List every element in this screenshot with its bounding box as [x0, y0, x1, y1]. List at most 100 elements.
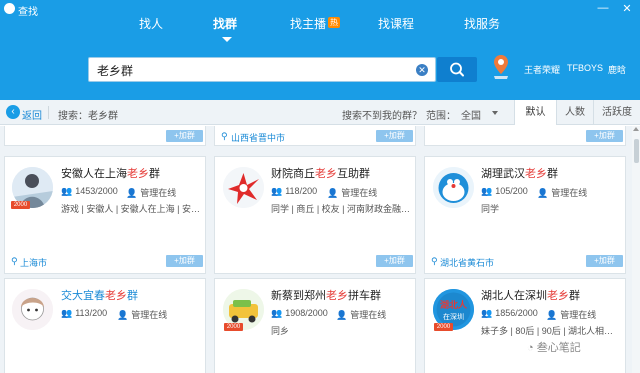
cant-find-group-link[interactable]: 搜索不到我的群？	[342, 107, 422, 122]
group-name-prefix: 湖北人在深圳	[481, 290, 547, 302]
member-count-value: 113/200	[75, 308, 108, 318]
members-icon: 👥	[61, 186, 73, 196]
window-title: 查找	[18, 7, 38, 18]
group-name-prefix: 安徽人在上海	[61, 168, 127, 180]
group-name-keyword: 老乡	[105, 290, 127, 302]
group-avatar[interactable]	[433, 167, 474, 208]
results-grid: +加群 ⚲ 山西省晋中市 +加群 +加群 2000 安徽人在上海老乡群 👥 145…	[0, 126, 632, 373]
result-card[interactable]: 湖北人 在深圳 2000 湖北人在深圳老乡群 👥 1856/2000 👤 管理在线 妹…	[424, 278, 626, 373]
result-card[interactable]: 2000 安徽人在上海老乡群 👥 1453/2000 👤 管理在线 游戏 | 安徽人…	[4, 156, 206, 274]
group-name-suffix: 群	[547, 168, 558, 180]
tab-find-people[interactable]: 找人	[139, 17, 163, 37]
group-name-suffix: 群	[127, 290, 138, 302]
group-name-suffix: 群	[149, 168, 160, 180]
member-count-value: 1856/2000	[495, 308, 538, 318]
minimize-button[interactable]: —	[596, 2, 610, 14]
member-count: 👥 113/200	[61, 308, 107, 319]
member-count: 👥 1453/2000	[61, 186, 118, 197]
chevron-down-icon[interactable]	[492, 111, 498, 115]
back-link[interactable]: 返回	[22, 107, 42, 122]
scrollbar-thumb[interactable]	[634, 139, 639, 163]
join-group-button[interactable]: +加群	[376, 130, 413, 142]
admin-status: 👤 管理在线	[336, 308, 386, 321]
search-box: ✕	[88, 57, 436, 82]
join-group-button[interactable]: +加群	[586, 255, 623, 267]
scroll-up-arrow-icon[interactable]	[633, 127, 639, 131]
admin-icon: 👤	[537, 188, 549, 198]
admin-status-value: 管理在线	[551, 188, 588, 198]
location-pin-icon: ⚲	[11, 256, 18, 266]
result-card-partial: +加群	[424, 126, 626, 146]
search-button[interactable]	[437, 57, 477, 82]
qq-penguin-icon	[4, 3, 15, 14]
group-tags: 妹子多 | 80后 | 90后 | 湖北人相…	[481, 326, 614, 336]
join-group-button[interactable]: +加群	[376, 255, 413, 267]
group-name-keyword: 老乡	[326, 290, 348, 302]
tab-find-streamer[interactable]: 找主播热	[290, 17, 341, 37]
filter-bar: ‹ 返回 搜索：老乡群 搜索不到我的群？ 范围： 全国 默认 人数 活跃度	[0, 100, 640, 125]
join-group-button[interactable]: +加群	[166, 130, 203, 142]
sort-default[interactable]: 默认	[514, 100, 556, 125]
group-name[interactable]: 湖北人在深圳老乡群	[481, 287, 580, 303]
tab-find-service[interactable]: 找服务	[464, 17, 500, 37]
admin-status-value: 管理在线	[131, 310, 168, 320]
group-name-prefix: 财院商丘	[271, 168, 315, 180]
group-name-suffix: 群	[569, 290, 580, 302]
admin-status: 👤 管理在线	[327, 186, 377, 199]
result-card[interactable]: 2000 新蔡到郑州老乡拼车群 👥 1908/2000 👤 管理在线 同乡	[214, 278, 416, 373]
group-location[interactable]: 湖北省黄石市	[440, 256, 494, 269]
scrollbar[interactable]	[632, 126, 640, 373]
admin-icon: 👤	[336, 310, 348, 320]
admin-icon: 👤	[546, 310, 558, 320]
join-group-button[interactable]: +加群	[586, 130, 623, 142]
member-count-value: 1908/2000	[285, 308, 328, 318]
group-name-keyword: 老乡	[127, 168, 149, 180]
tab-find-course[interactable]: 找课程	[378, 17, 414, 37]
clear-search-icon[interactable]: ✕	[416, 64, 428, 76]
back-arrow-icon[interactable]: ‹	[6, 105, 20, 119]
range-select[interactable]: 全国	[461, 107, 481, 122]
group-name[interactable]: 交大宜春老乡群	[61, 287, 138, 303]
svg-text:在深圳: 在深圳	[443, 312, 464, 321]
group-avatar[interactable]	[12, 289, 53, 330]
search-input[interactable]	[97, 63, 397, 77]
members-icon: 👥	[271, 186, 283, 196]
title-bar: 查找 — ✕	[0, 0, 640, 18]
admin-status: 👤 管理在线	[126, 186, 176, 199]
group-location[interactable]: 山西省晋中市	[231, 131, 285, 144]
group-name[interactable]: 新蔡到郑州老乡拼车群	[271, 287, 381, 303]
group-name-prefix: 新蔡到郑州	[271, 290, 326, 302]
members-icon: 👥	[61, 308, 73, 318]
group-name-prefix: 湖理武汉	[481, 168, 525, 180]
active-tab-indicator	[222, 37, 232, 42]
group-name[interactable]: 湖理武汉老乡群	[481, 165, 558, 181]
group-tags: 游戏 | 安徽人 | 安徽人在上海 | 安…	[61, 204, 201, 214]
group-name[interactable]: 安徽人在上海老乡群	[61, 165, 160, 181]
divider	[48, 106, 49, 119]
close-button[interactable]: ✕	[620, 2, 634, 15]
sort-activity[interactable]: 活跃度	[593, 100, 640, 125]
group-name[interactable]: 财院商丘老乡互助群	[271, 165, 370, 181]
result-card[interactable]: 湖理武汉老乡群 👥 105/200 👤 管理在线 同学 ⚲ 湖北省黄石市 +加群	[424, 156, 626, 274]
tab-find-group[interactable]: 找群	[213, 17, 237, 37]
group-tags: 同学	[481, 204, 500, 214]
members-icon: 👥	[271, 308, 283, 318]
map-pin-icon[interactable]	[492, 54, 510, 80]
group-avatar[interactable]	[223, 167, 264, 208]
result-card[interactable]: 交大宜春老乡群 👥 113/200 👤 管理在线	[4, 278, 206, 373]
hot-word-2[interactable]: TFBOYS	[567, 63, 603, 73]
result-card-partial: ⚲ 山西省晋中市 +加群	[214, 126, 416, 146]
capacity-2000-badge: 2000	[224, 323, 243, 331]
result-card[interactable]: 财院商丘老乡互助群 👥 118/200 👤 管理在线 同学 | 商丘 | 校友 | …	[214, 156, 416, 274]
hot-word-3[interactable]: 鹿晗	[608, 63, 626, 76]
admin-status-value: 管理在线	[341, 188, 378, 198]
join-group-button[interactable]: +加群	[166, 255, 203, 267]
admin-status: 👤 管理在线	[546, 308, 596, 321]
admin-status-value: 管理在线	[140, 188, 177, 198]
admin-icon: 👤	[117, 310, 129, 320]
sort-members[interactable]: 人数	[556, 100, 593, 125]
hot-word-1[interactable]: 王者荣耀	[524, 63, 560, 76]
member-count-value: 118/200	[285, 186, 318, 196]
group-location[interactable]: 上海市	[20, 256, 47, 269]
admin-status-value: 管理在线	[350, 310, 387, 320]
